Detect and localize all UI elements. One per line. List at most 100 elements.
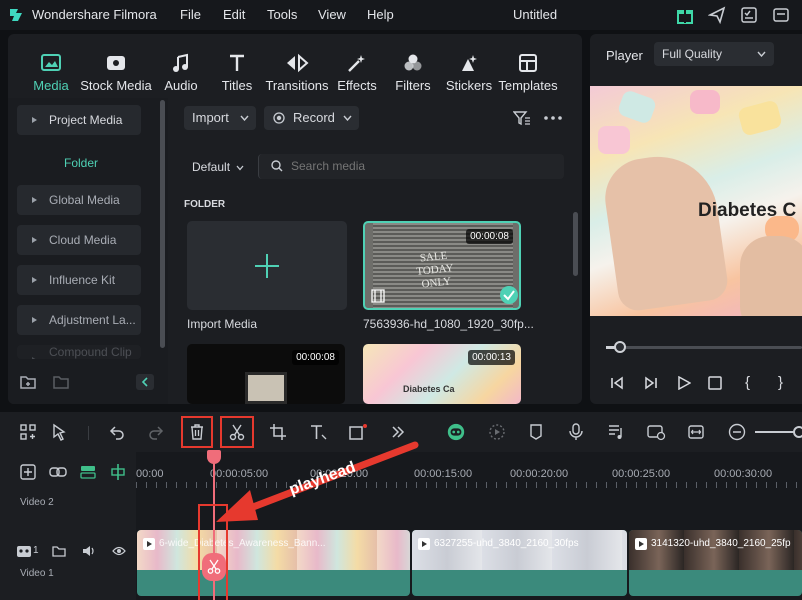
tab-audio-label: Audio [164, 78, 198, 93]
tab-stickers-label: Stickers [445, 78, 493, 93]
tab-templates[interactable]: Templates [492, 52, 564, 93]
menu-edit[interactable]: Edit [223, 7, 245, 22]
collapse-sidebar-button[interactable] [136, 374, 154, 390]
timeline-clip-1[interactable]: 6-wide_Diabetes_Awareness_Bann... [137, 530, 410, 596]
chevron-down-icon [343, 115, 352, 121]
select-cursor-icon[interactable] [50, 422, 70, 442]
marker-icon[interactable] [526, 422, 546, 442]
filter-icon[interactable] [513, 110, 531, 126]
layout-grid-icon[interactable] [18, 422, 38, 442]
gift-icon[interactable] [675, 5, 695, 25]
window-icon[interactable] [772, 6, 790, 24]
sidebar-item-adjustment-layer[interactable]: Adjustment La... [17, 305, 141, 335]
search-box[interactable] [258, 154, 564, 179]
tab-media-label: Media [33, 78, 69, 93]
next-frame-icon[interactable] [644, 376, 658, 390]
document-title: Untitled [513, 7, 558, 22]
clip-name: 6327255-uhd_3840_2160_30fps [434, 538, 579, 549]
tab-stock-media-label: Stock Media [80, 78, 152, 93]
sidebar-folder[interactable]: Folder [64, 156, 98, 170]
chevron-down-icon [236, 165, 244, 171]
import-media-tile[interactable] [187, 221, 347, 310]
sidebar-item-cloud-media[interactable]: Cloud Media [17, 225, 141, 255]
clip-name: 6-wide_Diabetes_Awareness_Bann... [159, 538, 326, 549]
preview-frame: Diabetes C [590, 86, 802, 316]
stock-media-icon [80, 52, 152, 74]
menu-help[interactable]: Help [367, 7, 394, 22]
sidebar-item-global-media[interactable]: Global Media [17, 185, 141, 215]
ruler-label: 00:00:25:00 [612, 468, 671, 480]
playback-track[interactable] [606, 341, 802, 353]
folder-heading: FOLDER [184, 199, 226, 210]
sidebar-scrollbar[interactable] [160, 100, 165, 348]
clip-play-icon [143, 538, 155, 550]
sidebar-item-influence-kit[interactable]: Influence Kit [17, 265, 141, 295]
menu-view[interactable]: View [318, 7, 346, 22]
more-options-icon[interactable] [544, 116, 562, 120]
hand-holding-sign [245, 372, 287, 404]
audio-list-icon[interactable] [606, 422, 626, 442]
media-panel: Media Stock Media Audio Titles Transitio… [8, 34, 582, 404]
tab-stock-media[interactable]: Stock Media [80, 52, 152, 93]
sidebar-item-label: Global Media [49, 193, 120, 207]
menu-tools[interactable]: Tools [267, 7, 297, 22]
search-input[interactable] [291, 157, 551, 175]
record-button[interactable]: Record [264, 106, 359, 130]
clip-thumbnails [412, 530, 627, 570]
eye-icon[interactable] [112, 545, 126, 557]
menu-file[interactable]: File [180, 7, 201, 22]
microphone-icon[interactable] [566, 422, 586, 442]
templates-icon [492, 52, 564, 74]
quality-dropdown[interactable]: Full Quality [654, 42, 774, 66]
folder-icon[interactable] [52, 544, 66, 558]
tab-media[interactable]: Media [16, 52, 86, 93]
media-grid-scrollbar[interactable] [573, 212, 578, 276]
quality-label: Full Quality [662, 47, 723, 61]
redo-icon[interactable] [146, 422, 166, 442]
prev-frame-icon[interactable] [610, 376, 624, 390]
clip-thumbnails [629, 530, 802, 570]
ai-mate-icon[interactable] [446, 422, 466, 442]
import-button[interactable]: Import [184, 106, 256, 130]
preview-render-icon[interactable] [646, 422, 666, 442]
duration-badge: 00:00:08 [292, 350, 339, 365]
move-folder-icon[interactable] [52, 374, 70, 390]
track-layout-icon[interactable] [78, 462, 98, 482]
timeline-clip-2[interactable]: 6327255-uhd_3840_2160_30fps [412, 530, 627, 596]
sidebar-item-label: Adjustment La... [49, 313, 136, 327]
media-clip-sale-sign[interactable]: SALE TODAY ONLY 00:00:08 [363, 221, 521, 310]
speaker-icon[interactable] [82, 544, 96, 558]
media-clip-label: 7563936-hd_1080_1920_30fp... [363, 317, 534, 331]
play-icon[interactable] [677, 376, 691, 390]
player-panel: Player Full Quality Diabetes C { } [590, 34, 802, 404]
undo-icon[interactable] [107, 422, 127, 442]
timeline-clip-3[interactable]: 3141320-uhd_3840_2160_25fp [629, 530, 802, 596]
send-icon[interactable] [708, 6, 726, 24]
zoom-out-icon[interactable] [727, 422, 747, 442]
chevron-left-icon [141, 377, 148, 387]
ruler-label: 00:00 [136, 468, 164, 480]
mark-out-icon[interactable]: } [778, 374, 783, 391]
tab-templates-label: Templates [498, 78, 558, 93]
media-clip-dark[interactable]: 00:00:08 [187, 344, 345, 404]
add-track-icon[interactable] [18, 462, 38, 482]
link-icon[interactable] [48, 462, 68, 482]
playback-handle[interactable] [614, 341, 626, 353]
sidebar-item-compound-clip[interactable]: Compound Clip [17, 345, 141, 359]
snap-icon[interactable] [108, 462, 128, 482]
new-folder-icon[interactable] [19, 374, 37, 390]
tab-effects-label: Effects [337, 78, 377, 93]
checklist-icon[interactable] [740, 6, 758, 24]
track-video-1-controls: 1 [16, 544, 136, 560]
sidebar-project-media[interactable]: Project Media [17, 105, 141, 135]
render-icon[interactable] [487, 422, 507, 442]
media-clip-marshmallows[interactable]: Diabetes Ca 00:00:13 [363, 344, 521, 404]
zoom-slider[interactable] [755, 426, 802, 438]
mark-in-icon[interactable]: { [745, 374, 750, 391]
record-label: Record [293, 110, 335, 125]
sort-dropdown[interactable]: Default [192, 160, 244, 174]
clip-play-icon [418, 538, 430, 550]
stop-icon[interactable] [708, 376, 722, 390]
fit-timeline-icon[interactable] [686, 422, 706, 442]
zoom-slider-handle[interactable] [793, 426, 802, 438]
